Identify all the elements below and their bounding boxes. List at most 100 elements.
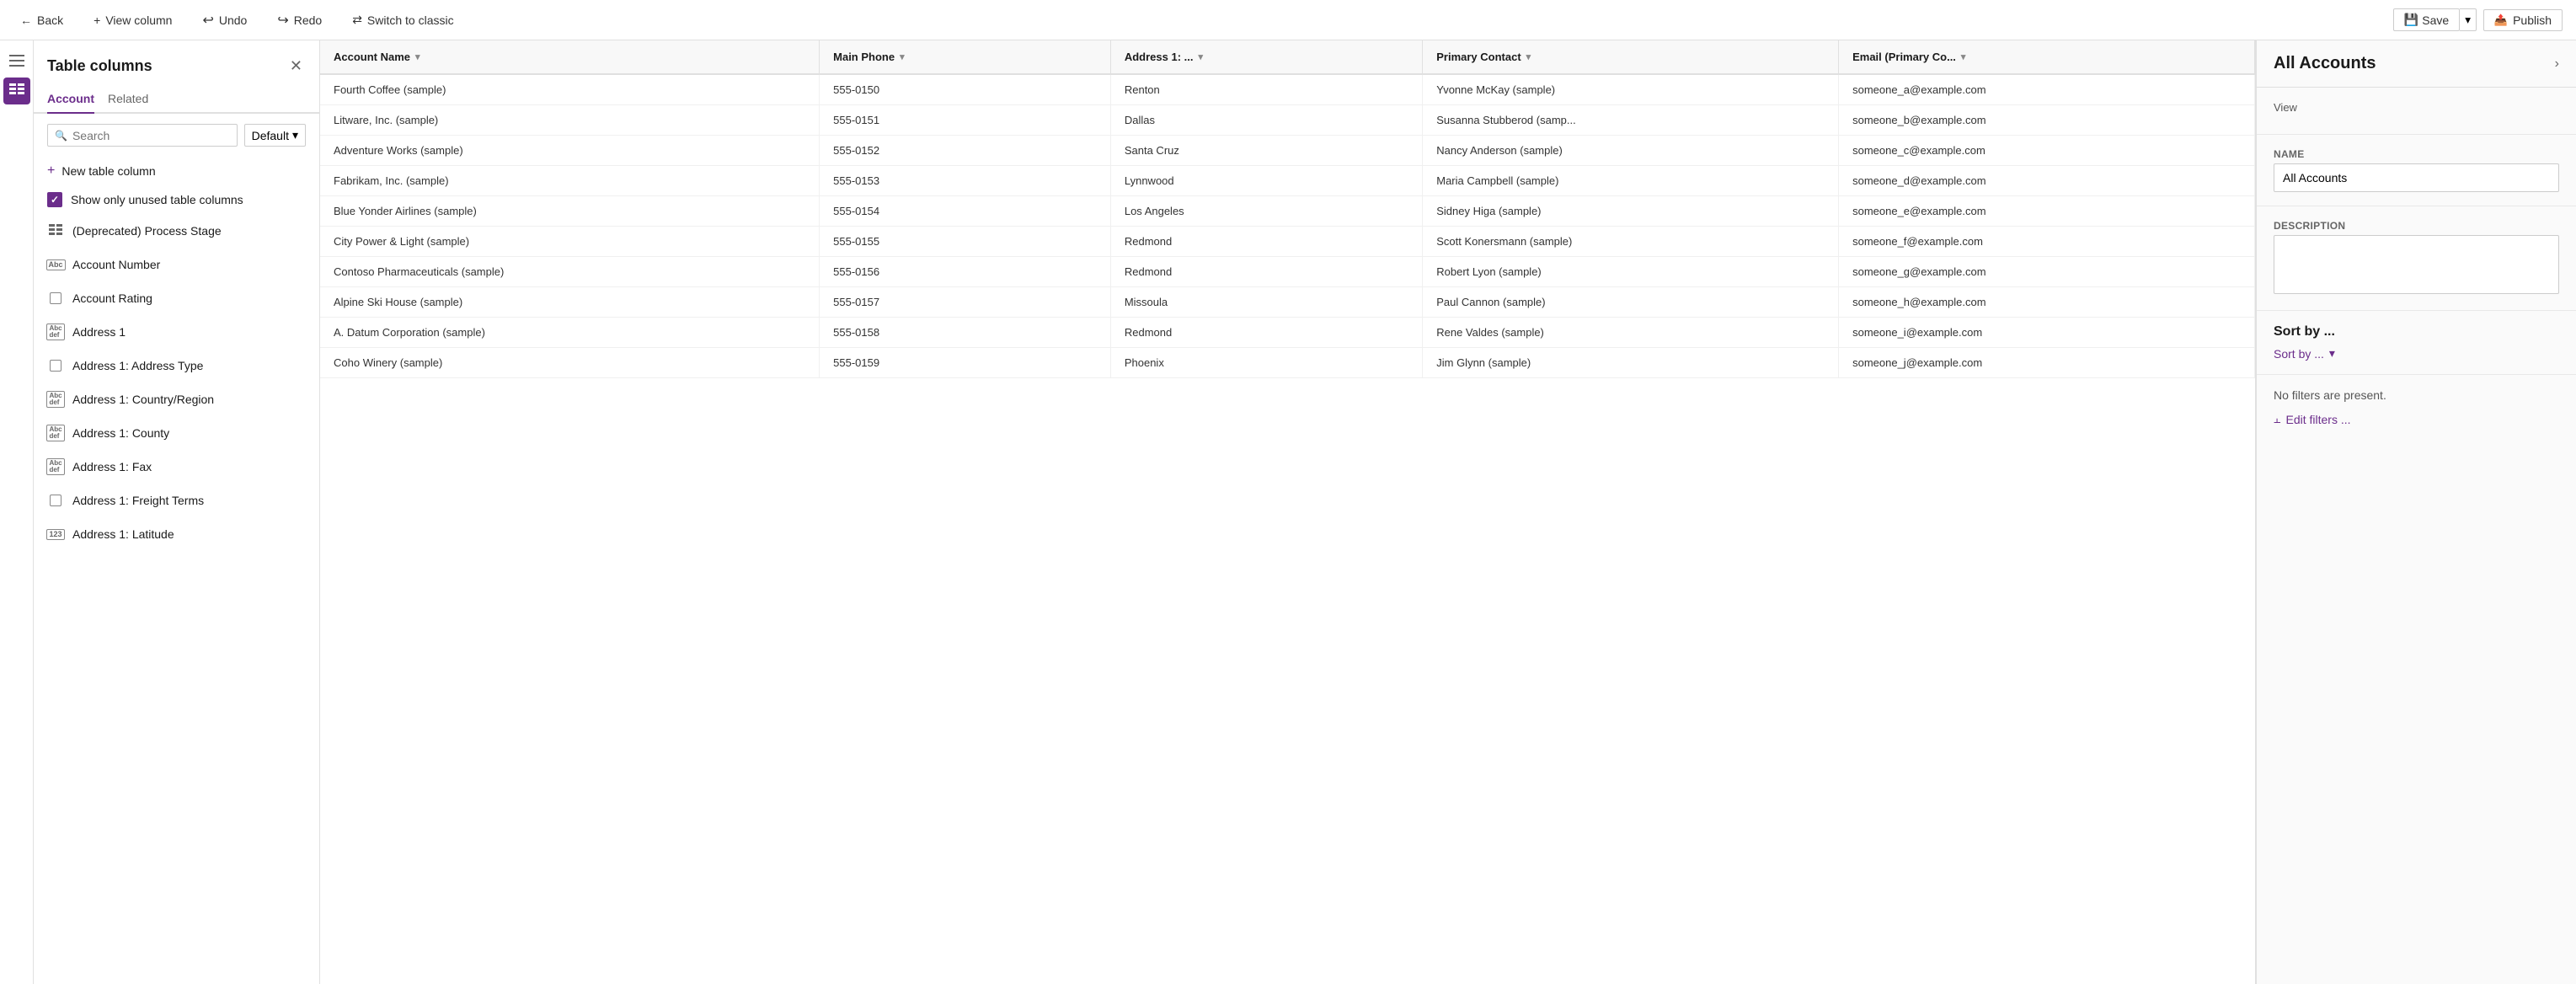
- column-type-icon: [47, 222, 64, 239]
- column-list: (Deprecated) Process Stage AbcAccount Num…: [34, 214, 319, 984]
- menu-icon: [9, 55, 24, 67]
- undo-button[interactable]: ↩ Undo: [195, 8, 254, 32]
- list-item[interactable]: AbcdefAddress 1: Fax: [34, 450, 319, 484]
- expand-panel-button[interactable]: ›: [2555, 56, 2559, 72]
- table-cell-address1: Santa Cruz: [1110, 136, 1422, 166]
- table-cell-main_phone: 555-0154: [820, 196, 1111, 227]
- top-bar-right: 💾 Save ▾ 📤 Publish: [2393, 8, 2563, 31]
- column-type-icon: Abc: [47, 256, 64, 273]
- table-cell-account_name: Blue Yonder Airlines (sample): [320, 196, 820, 227]
- list-item[interactable]: AbcdefAddress 1: [34, 315, 319, 349]
- table-row[interactable]: City Power & Light (sample)555-0155Redmo…: [320, 227, 2255, 257]
- edit-filters-button[interactable]: ⫠ Edit filters ...: [2274, 412, 2351, 426]
- list-item[interactable]: Address 1: Freight Terms: [34, 484, 319, 517]
- icon-strip: [0, 40, 34, 984]
- show-unused-row[interactable]: Show only unused table columns: [34, 185, 319, 214]
- table-header: Account Name▾Main Phone▾Address 1: ...▾P…: [320, 40, 2255, 74]
- table-row[interactable]: Coho Winery (sample)555-0159PhoenixJim G…: [320, 348, 2255, 378]
- column-header-main_phone[interactable]: Main Phone▾: [820, 40, 1111, 74]
- search-input[interactable]: [72, 129, 230, 142]
- column-name: Address 1: Latitude: [72, 527, 174, 541]
- table-row[interactable]: Fabrikam, Inc. (sample)555-0153LynnwoodM…: [320, 166, 2255, 196]
- list-item[interactable]: (Deprecated) Process Stage: [34, 214, 319, 248]
- column-header-email[interactable]: Email (Primary Co...▾: [1839, 40, 2255, 74]
- column-name: Address 1: Address Type: [72, 359, 203, 372]
- column-header-address1[interactable]: Address 1: ...▾: [1110, 40, 1422, 74]
- table-row[interactable]: Litware, Inc. (sample)555-0151DallasSusa…: [320, 105, 2255, 136]
- top-bar-left: ← Back + View column ↩ Undo ↪ Redo ⇄ Swi…: [13, 8, 2376, 32]
- default-dropdown-label: Default: [252, 129, 289, 142]
- publish-label: Publish: [2513, 13, 2552, 27]
- table-cell-account_name: Litware, Inc. (sample): [320, 105, 820, 136]
- sort-by-button[interactable]: Sort by ... ▾: [2274, 346, 2335, 361]
- top-bar: ← Back + View column ↩ Undo ↪ Redo ⇄ Swi…: [0, 0, 2576, 40]
- publish-button[interactable]: 📤 Publish: [2483, 9, 2563, 31]
- column-name: Address 1: Fax: [72, 460, 152, 473]
- new-table-column-button[interactable]: + New table column: [34, 157, 319, 185]
- name-input[interactable]: [2274, 163, 2559, 192]
- list-item[interactable]: AbcdefAddress 1: County: [34, 416, 319, 450]
- column-header-account_name[interactable]: Account Name▾: [320, 40, 820, 74]
- column-header-label: Email (Primary Co...: [1852, 51, 1956, 63]
- column-type-icon: [47, 290, 64, 307]
- list-item[interactable]: AbcdefAddress 1: Country/Region: [34, 382, 319, 416]
- table-cell-primary_contact: Yvonne McKay (sample): [1423, 74, 1839, 105]
- sort-icon: ▾: [415, 51, 420, 62]
- sort-by-title: Sort by ...: [2274, 324, 2559, 340]
- table-cell-main_phone: 555-0156: [820, 257, 1111, 287]
- menu-icon-button[interactable]: [3, 47, 30, 74]
- table-cell-address1: Phoenix: [1110, 348, 1422, 378]
- column-type-icon: Abcdef: [47, 425, 64, 441]
- column-name: Address 1: Country/Region: [72, 393, 214, 406]
- view-section: View: [2257, 88, 2576, 135]
- column-header-primary_contact[interactable]: Primary Contact▾: [1423, 40, 1839, 74]
- tab-account-label: Account: [47, 92, 94, 105]
- tab-account[interactable]: Account: [47, 85, 94, 114]
- redo-button[interactable]: ↪ Redo: [270, 8, 329, 32]
- save-dropdown-button[interactable]: ▾: [2460, 8, 2477, 31]
- table-cell-address1: Redmond: [1110, 318, 1422, 348]
- list-item[interactable]: Address 1: Address Type: [34, 349, 319, 382]
- table-cell-email: someone_d@example.com: [1839, 166, 2255, 196]
- table-row[interactable]: Blue Yonder Airlines (sample)555-0154Los…: [320, 196, 2255, 227]
- table-icon: [9, 83, 24, 99]
- name-section-label: Name: [2274, 148, 2559, 160]
- list-item[interactable]: AbcAccount Number: [34, 248, 319, 281]
- default-dropdown-button[interactable]: Default ▾: [244, 124, 306, 147]
- column-name: Address 1: Freight Terms: [72, 494, 204, 507]
- header-row: Account Name▾Main Phone▾Address 1: ...▾P…: [320, 40, 2255, 74]
- view-column-button[interactable]: + View column: [87, 10, 179, 30]
- sidebar-close-button[interactable]: ✕: [286, 54, 306, 78]
- back-button[interactable]: ← Back: [13, 10, 70, 30]
- table-cell-account_name: Contoso Pharmaceuticals (sample): [320, 257, 820, 287]
- table-cell-primary_contact: Paul Cannon (sample): [1423, 287, 1839, 318]
- table-row[interactable]: Adventure Works (sample)555-0152Santa Cr…: [320, 136, 2255, 166]
- save-icon: 💾: [2404, 13, 2418, 27]
- table-columns-sidebar: Table columns ✕ Account Related 🔍 Defaul…: [34, 40, 320, 984]
- column-name: (Deprecated) Process Stage: [72, 224, 222, 238]
- description-textarea[interactable]: [2274, 235, 2559, 294]
- sidebar-header: Table columns ✕: [34, 40, 319, 85]
- sidebar-title: Table columns: [47, 57, 152, 75]
- list-item[interactable]: Account Rating: [34, 281, 319, 315]
- table-cell-main_phone: 555-0153: [820, 166, 1111, 196]
- table-cell-main_phone: 555-0158: [820, 318, 1111, 348]
- plus-icon: +: [47, 163, 55, 179]
- chevron-down-icon: ▾: [292, 128, 298, 142]
- chevron-down-icon: ▾: [2465, 13, 2471, 26]
- switch-label: Switch to classic: [367, 13, 454, 27]
- table-row[interactable]: Fourth Coffee (sample)555-0150RentonYvon…: [320, 74, 2255, 105]
- table-row[interactable]: A. Datum Corporation (sample)555-0158Red…: [320, 318, 2255, 348]
- save-button[interactable]: 💾 Save: [2393, 8, 2460, 31]
- view-column-label: View column: [105, 13, 172, 27]
- show-unused-checkbox[interactable]: [47, 192, 62, 207]
- switch-to-classic-button[interactable]: ⇄ Switch to classic: [345, 9, 460, 30]
- table-cell-email: someone_c@example.com: [1839, 136, 2255, 166]
- tab-related[interactable]: Related: [108, 85, 148, 114]
- table-cell-account_name: Alpine Ski House (sample): [320, 287, 820, 318]
- table-row[interactable]: Alpine Ski House (sample)555-0157Missoul…: [320, 287, 2255, 318]
- table-row[interactable]: Contoso Pharmaceuticals (sample)555-0156…: [320, 257, 2255, 287]
- table-icon-button[interactable]: [3, 78, 30, 104]
- sidebar-search-area: 🔍 Default ▾: [34, 114, 319, 157]
- list-item[interactable]: 123Address 1: Latitude: [34, 517, 319, 551]
